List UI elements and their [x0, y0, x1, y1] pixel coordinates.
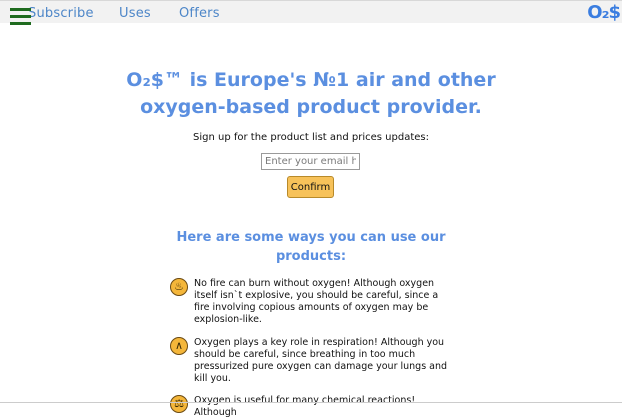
- uses-title-line-2: products:: [275, 249, 347, 264]
- confirm-button[interactable]: Confirm: [287, 176, 334, 198]
- headline-line-2: oxygen-based product provider.: [140, 96, 482, 118]
- nav-subscribe-link[interactable]: Subscribe: [28, 6, 94, 21]
- signup-prompt: Sign up for the product list and prices …: [193, 132, 429, 143]
- use-item-text: Oxygen is useful for many chemical react…: [194, 395, 416, 418]
- page-headline: O₂$™ is Europe's №1 air and other oxygen…: [0, 67, 622, 121]
- top-nav-bar: Subscribe Uses Offers O₂$: [0, 0, 622, 23]
- uses-section-title: Here are some ways you can use our produ…: [0, 228, 622, 266]
- lungs-icon: ∧: [170, 337, 188, 355]
- fire-icon: ♨: [170, 278, 188, 296]
- use-item-text: Oxygen plays a key role in respiration! …: [194, 337, 448, 384]
- email-input[interactable]: [261, 153, 360, 170]
- flask-icon: ⚖: [170, 395, 188, 413]
- nav-offers-link[interactable]: Offers: [179, 6, 220, 21]
- nav-uses-link[interactable]: Uses: [119, 6, 151, 21]
- use-item-text: No fire can burn without oxygen! Althoug…: [194, 278, 439, 325]
- o2s-logo[interactable]: O₂$: [587, 2, 621, 23]
- uses-title-line-1: Here are some ways you can use our: [176, 230, 446, 245]
- hamburger-menu-icon[interactable]: [10, 8, 31, 25]
- headline-line-1: O₂$™ is Europe's №1 air and other: [126, 69, 496, 91]
